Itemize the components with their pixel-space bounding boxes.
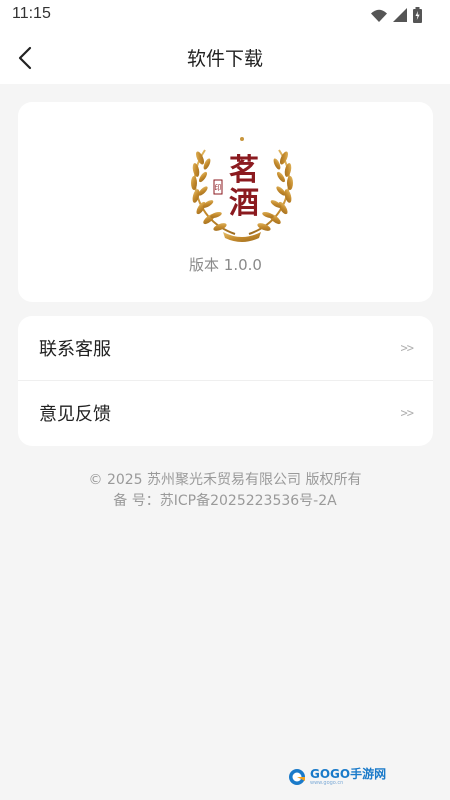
app-info-card: 印 茗 酒 版本 1.0.0	[18, 102, 433, 302]
page-title: 软件下载	[186, 48, 263, 70]
wifi-icon	[371, 9, 387, 22]
ornament-dot	[240, 137, 244, 141]
battery-icon	[413, 7, 422, 23]
footer: © 2025 苏州聚光禾贸易有限公司 版权所有 备 号：苏ICP备2025223…	[0, 470, 450, 512]
icp-text: 备 号：苏ICP备2025223536号-2A	[113, 493, 337, 509]
menu-item-label: 联系客服	[39, 339, 111, 360]
version-label: 版本 1.0.0	[189, 256, 262, 274]
logo-char-bottom: 酒	[229, 186, 259, 221]
watermark-text-group: GOGO手游网 www.gogo.cn	[310, 768, 386, 786]
gogo-logo-icon	[289, 769, 305, 785]
status-icons	[371, 7, 422, 23]
double-chevron-right-icon: >>	[400, 406, 414, 420]
signal-icon	[393, 8, 407, 22]
logo-char-top: 茗	[229, 153, 259, 188]
menu-item-label: 意见反馈	[39, 404, 111, 425]
app-logo: 印 茗 酒	[191, 137, 293, 242]
menu-card: 联系客服 >> 意见反馈 >>	[18, 316, 433, 446]
copyright-text: © 2025 苏州聚光禾贸易有限公司 版权所有	[88, 472, 362, 488]
menu-item-feedback[interactable]: 意见反馈 >>	[18, 380, 433, 445]
ribbon	[223, 232, 261, 242]
status-bar: 11:15	[0, 0, 450, 30]
double-chevron-right-icon: >>	[400, 341, 414, 355]
logo-seal-char: 印	[215, 184, 222, 192]
status-time: 11:15	[12, 5, 51, 22]
menu-item-contact-support[interactable]: 联系客服 >>	[18, 316, 433, 380]
watermark: GOGO手游网 www.gogo.cn	[288, 768, 386, 786]
watermark-text: GOGO手游网	[310, 767, 387, 781]
nav-bar: 软件下载	[0, 30, 450, 84]
